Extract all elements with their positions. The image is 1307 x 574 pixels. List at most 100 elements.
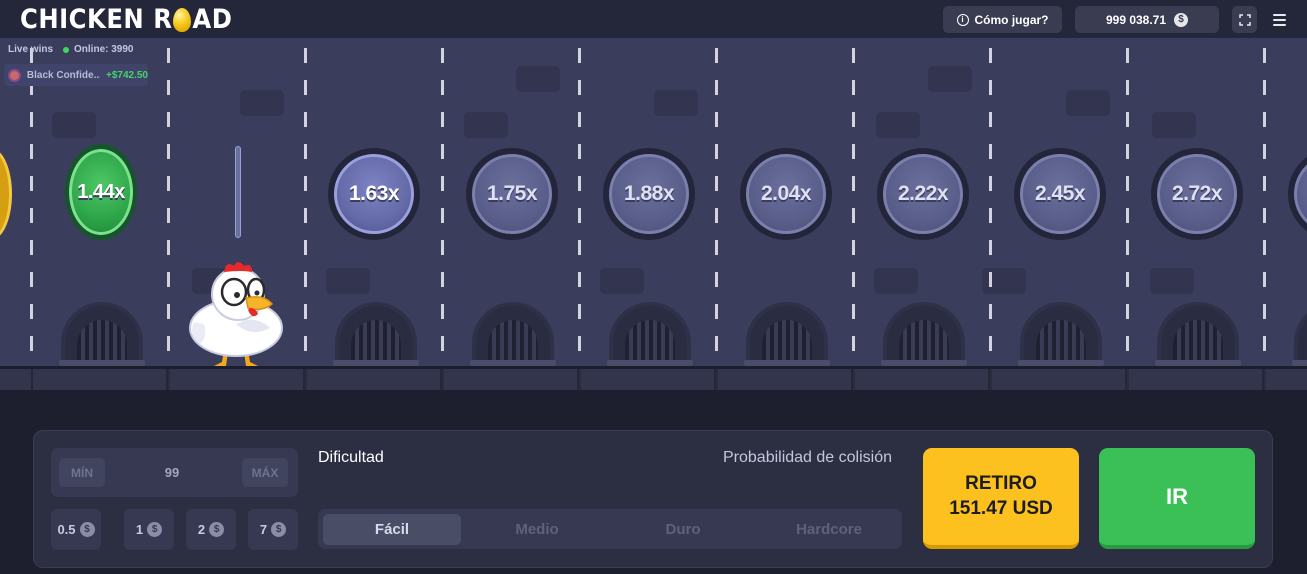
- wall-brick: [1066, 90, 1110, 116]
- online-count: Online: 3990: [63, 44, 133, 55]
- quick-bet-chip[interactable]: 2 $: [186, 509, 236, 550]
- dollar-coin-icon: $: [209, 522, 225, 537]
- multiplier-current-value: 1.63x: [334, 154, 414, 234]
- menu-icon-bar: [1272, 14, 1286, 16]
- multiplier-value: 1.88x: [609, 154, 689, 234]
- lane-divider: [989, 48, 992, 368]
- quick-bet-chip[interactable]: 7 $: [248, 509, 298, 550]
- how-to-play-button[interactable]: i Cómo jugar?: [943, 6, 1062, 33]
- wall-brick: [928, 66, 972, 92]
- multiplier-coin: 1.88x: [603, 148, 695, 240]
- passed-gold-coin: [0, 148, 12, 240]
- multiplier-value: 2.04x: [746, 154, 826, 234]
- lane-divider: [715, 48, 718, 368]
- cashout-label: RETIRO: [965, 472, 1037, 494]
- win-amount: +$742.50: [106, 69, 148, 81]
- sewer-grate: [881, 302, 967, 366]
- collision-probability-label: Probabilidad de colisión: [723, 449, 892, 466]
- lane-divider: [30, 48, 33, 368]
- multiplier-value: 2.45x: [1020, 154, 1100, 234]
- dollar-coin-icon: $: [271, 522, 287, 537]
- multiplier-coin-won: 1.44x: [65, 144, 137, 240]
- chip-value: 0.5: [57, 522, 76, 537]
- difficulty-hard[interactable]: Duro: [614, 514, 752, 545]
- online-dot-icon: [63, 46, 70, 53]
- dollar-coin-icon: $: [79, 522, 95, 537]
- sewer-grate: [333, 302, 419, 366]
- max-bet-button[interactable]: MÁX: [242, 458, 288, 487]
- wall-brick: [1152, 112, 1196, 138]
- menu-icon-bar: [1272, 24, 1286, 26]
- avatar: [8, 68, 21, 82]
- multiplier-coin: 2.72x: [1151, 148, 1243, 240]
- lane-divider: [1126, 48, 1129, 368]
- balance-value: 999 038.71: [1105, 12, 1167, 27]
- multiplier-value: 2.22x: [883, 154, 963, 234]
- multiplier-value: 1.75x: [472, 154, 552, 234]
- difficulty-hardcore[interactable]: Hardcore: [760, 514, 898, 545]
- live-wins-header: Live wins Online: 3990: [8, 44, 133, 55]
- how-to-play-label: Cómo jugar?: [974, 12, 1049, 27]
- logo-text-right: AD: [192, 3, 233, 35]
- wall-brick: [240, 90, 284, 116]
- cashout-button[interactable]: RETIRO 151.47 USD: [923, 448, 1079, 549]
- multiplier-coin: 2.04x: [740, 148, 832, 240]
- wall-brick: [876, 112, 920, 138]
- ground: [0, 366, 1307, 390]
- live-win-item: Black Confide... +$742.50: [4, 64, 148, 86]
- go-button[interactable]: IR: [1099, 448, 1255, 549]
- wall-brick: [516, 66, 560, 92]
- balance-display: 999 038.71 $: [1075, 6, 1219, 33]
- win-player-name: Black Confide...: [26, 69, 100, 81]
- wall-brick: [464, 112, 508, 138]
- chip-value: 7: [259, 522, 268, 537]
- quick-bet-chip[interactable]: 1 $: [124, 509, 174, 550]
- info-icon: i: [956, 13, 969, 26]
- flipping-coin: [235, 146, 241, 238]
- logo: CHICKEN R AD: [20, 3, 233, 35]
- multiplier-won-value: 1.44x: [69, 149, 133, 235]
- quick-bet-chip[interactable]: 0.5 $: [51, 509, 101, 550]
- sewer-grate: [470, 302, 556, 366]
- golden-egg-icon: [173, 8, 192, 32]
- wall-brick: [52, 112, 96, 138]
- cashout-amount: 151.47 USD: [949, 497, 1053, 519]
- wall-brick: [600, 268, 644, 294]
- bet-amount-value[interactable]: 99: [142, 458, 202, 487]
- wall-brick: [1150, 268, 1194, 294]
- fullscreen-button[interactable]: [1232, 6, 1257, 33]
- min-bet-button[interactable]: MÍN: [59, 458, 105, 487]
- menu-icon-bar: [1272, 19, 1286, 21]
- multiplier-coin-current[interactable]: 1.63x: [328, 148, 420, 240]
- fullscreen-icon: [1238, 13, 1251, 26]
- lane-divider: [167, 48, 170, 368]
- sewer-grate: [59, 302, 145, 366]
- wall-brick: [654, 90, 698, 116]
- sewer-grate: [744, 302, 830, 366]
- top-bar: CHICKEN R AD i Cómo jugar? 999 038.71 $: [0, 0, 1307, 38]
- multiplier-coin: 1.75x: [466, 148, 558, 240]
- dollar-coin-icon: $: [1174, 12, 1189, 27]
- chip-value: 1: [135, 522, 144, 537]
- lane-divider: [441, 48, 444, 368]
- multiplier-coin-partial: [1288, 148, 1307, 240]
- difficulty-label: Dificultad: [318, 449, 384, 466]
- dollar-coin-icon: $: [147, 522, 163, 537]
- chip-value: 2: [197, 522, 206, 537]
- difficulty-medium[interactable]: Medio: [468, 514, 606, 545]
- wall-brick: [874, 268, 918, 294]
- lane-divider: [304, 48, 307, 368]
- menu-button[interactable]: [1268, 9, 1290, 31]
- sewer-grate: [1292, 302, 1307, 366]
- wall-brick: [326, 268, 370, 294]
- lane-divider: [578, 48, 581, 368]
- sewer-grate: [1018, 302, 1104, 366]
- multiplier-coin: 2.45x: [1014, 148, 1106, 240]
- live-wins-title: Live wins: [8, 44, 54, 55]
- lane-divider: [1263, 48, 1266, 368]
- lane-divider: [852, 48, 855, 368]
- difficulty-easy[interactable]: Fácil: [323, 514, 461, 545]
- sewer-grate: [607, 302, 693, 366]
- multiplier-value: 2.72x: [1157, 154, 1237, 234]
- multiplier-coin: 2.22x: [877, 148, 969, 240]
